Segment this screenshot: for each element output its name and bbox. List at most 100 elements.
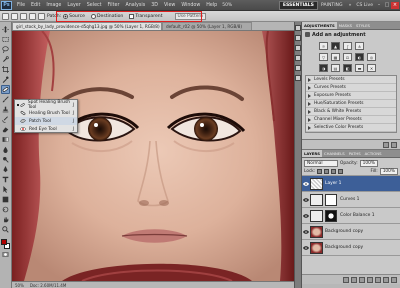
threshold-icon[interactable]: ◧ — [343, 64, 352, 72]
menu-image[interactable]: Image — [43, 3, 64, 8]
black-white-icon[interactable]: ◐ — [355, 53, 364, 61]
eraser-tool-icon[interactable] — [1, 125, 10, 134]
layer-style-icon[interactable] — [351, 276, 357, 283]
delete-layer-icon[interactable] — [391, 276, 397, 283]
selection-new-icon[interactable] — [11, 12, 18, 20]
lock-transparency-icon[interactable] — [317, 169, 323, 174]
eyedropper-tool-icon[interactable] — [1, 75, 10, 84]
lock-position-icon[interactable] — [331, 169, 337, 174]
lasso-tool-icon[interactable] — [1, 45, 10, 54]
document-tab-inactive[interactable]: default_r02 @ 50% (Layer 1, RGB/8) — [162, 22, 252, 30]
selection-intersect-icon[interactable] — [38, 12, 45, 20]
exposure-icon[interactable]: ± — [355, 42, 364, 50]
history-brush-tool-icon[interactable] — [1, 115, 10, 124]
photo-filter-icon[interactable]: ◎ — [367, 53, 376, 61]
gradient-tool-icon[interactable] — [1, 135, 10, 144]
dodge-tool-icon[interactable] — [1, 155, 10, 164]
menu-edit[interactable]: Edit — [28, 3, 43, 8]
blend-mode-select[interactable]: Normal — [304, 159, 338, 167]
flyout-healing-brush-item[interactable]: Healing Brush Tool J — [15, 109, 77, 117]
tab-layers[interactable]: LAYERS — [302, 150, 322, 157]
vibrance-icon[interactable]: ▽ — [319, 53, 328, 61]
flyout-patch-tool-item[interactable]: Patch Tool J — [15, 117, 77, 125]
lock-all-icon[interactable] — [338, 169, 344, 174]
menu-window[interactable]: Window — [178, 3, 203, 8]
blur-tool-icon[interactable] — [1, 145, 10, 154]
type-tool-icon[interactable] — [1, 175, 10, 184]
workspace-painting-button[interactable]: PAINTING — [318, 3, 346, 8]
preset-black-white[interactable]: Black & White Presets — [306, 108, 396, 116]
zoom-tool-icon[interactable] — [1, 225, 10, 234]
shape-tool-icon[interactable] — [1, 195, 10, 204]
fill-field[interactable]: 100% — [379, 168, 398, 175]
status-zoom[interactable]: 50% — [15, 283, 24, 288]
document-tab-active[interactable]: girl_stock_by_lady_providence-d5qhg13.jp… — [12, 22, 162, 30]
layer-row[interactable]: Background copy — [302, 240, 400, 256]
selection-add-icon[interactable] — [20, 12, 27, 20]
flyout-spot-healing-item[interactable]: Spot Healing Brush Tool J — [15, 100, 77, 110]
new-adjustment-layer-icon[interactable] — [367, 276, 373, 283]
crop-tool-icon[interactable] — [1, 65, 10, 74]
levels-icon[interactable]: ▲ — [331, 42, 340, 50]
hue-saturation-icon[interactable]: ▦ — [331, 53, 340, 61]
history-panel-icon[interactable] — [295, 25, 301, 31]
brightness-contrast-icon[interactable]: ☼ — [319, 42, 328, 50]
brush-tool-icon[interactable] — [1, 95, 10, 104]
minimize-icon[interactable]: – — [375, 2, 383, 9]
spot-healing-tool-icon[interactable] — [1, 85, 10, 94]
lock-pixels-icon[interactable] — [324, 169, 330, 174]
eye-icon[interactable] — [302, 229, 310, 234]
color-balance-icon[interactable]: ⚖ — [343, 53, 352, 61]
toggle-visibility-icon[interactable] — [391, 141, 397, 148]
zoom-level-menu[interactable]: 50% — [220, 3, 234, 8]
workspace-more-button[interactable]: » — [346, 3, 355, 8]
tab-channels[interactable]: CHANNELS — [322, 150, 347, 157]
layer-row[interactable]: Color Balance 1 — [302, 208, 400, 224]
path-selection-tool-icon[interactable] — [1, 185, 10, 194]
clone-stamp-tool-icon[interactable] — [1, 105, 10, 114]
menu-select[interactable]: Select — [84, 3, 105, 8]
cs-live-button[interactable]: CS Live — [354, 3, 375, 8]
posterize-icon[interactable]: ▤ — [331, 64, 340, 72]
eye-icon[interactable] — [302, 213, 310, 218]
layer-row[interactable]: Curves 1 — [302, 192, 400, 208]
layer-row[interactable]: Background copy — [302, 224, 400, 240]
gradient-map-icon[interactable]: ▬ — [355, 64, 364, 72]
preset-levels[interactable]: Levels Presets — [306, 76, 396, 84]
tool-preset-icon[interactable] — [2, 12, 9, 20]
tab-masks[interactable]: MASKS — [337, 22, 354, 29]
eye-icon[interactable] — [302, 181, 310, 186]
menu-file[interactable]: File — [14, 3, 28, 8]
new-group-icon[interactable] — [375, 276, 381, 283]
marquee-tool-icon[interactable] — [1, 35, 10, 44]
3d-rotate-tool-icon[interactable] — [1, 205, 10, 214]
add-mask-icon[interactable] — [359, 276, 365, 283]
pen-tool-icon[interactable] — [1, 165, 10, 174]
menu-view[interactable]: View — [161, 3, 178, 8]
tab-styles[interactable]: STYLES — [354, 22, 372, 29]
menu-layer[interactable]: Layer — [64, 3, 83, 8]
close-icon[interactable]: × — [391, 1, 399, 9]
quick-mask-icon[interactable] — [1, 250, 10, 259]
document-canvas[interactable]: Spot Healing Brush Tool J Healing Brush … — [12, 31, 294, 288]
opacity-field[interactable]: 100% — [359, 159, 378, 167]
selection-subtract-icon[interactable] — [29, 12, 36, 20]
menu-filter[interactable]: Filter — [105, 3, 123, 8]
tab-paths[interactable]: PATHS — [347, 150, 363, 157]
workspace-essentials-button[interactable]: ESSENTIALS — [278, 0, 318, 10]
menu-3d[interactable]: 3D — [148, 3, 161, 8]
new-layer-icon[interactable] — [383, 276, 389, 283]
menu-help[interactable]: Help — [203, 3, 220, 8]
quick-selection-tool-icon[interactable] — [1, 55, 10, 64]
flyout-red-eye-item[interactable]: Red Eye Tool J — [15, 125, 77, 133]
selective-color-icon[interactable]: ✕ — [367, 64, 376, 72]
brush-panel-icon[interactable] — [295, 45, 301, 51]
tab-adjustments[interactable]: ADJUSTMENTS — [302, 22, 337, 29]
move-tool-icon[interactable] — [1, 25, 10, 34]
clip-to-layer-icon[interactable] — [383, 141, 389, 148]
preset-channel-mixer[interactable]: Channel Mixer Presets — [306, 116, 396, 124]
eye-icon[interactable] — [302, 197, 310, 202]
preset-exposure[interactable]: Exposure Presets — [306, 92, 396, 100]
maximize-icon[interactable]: □ — [383, 2, 391, 9]
info-panel-icon[interactable] — [295, 35, 301, 41]
